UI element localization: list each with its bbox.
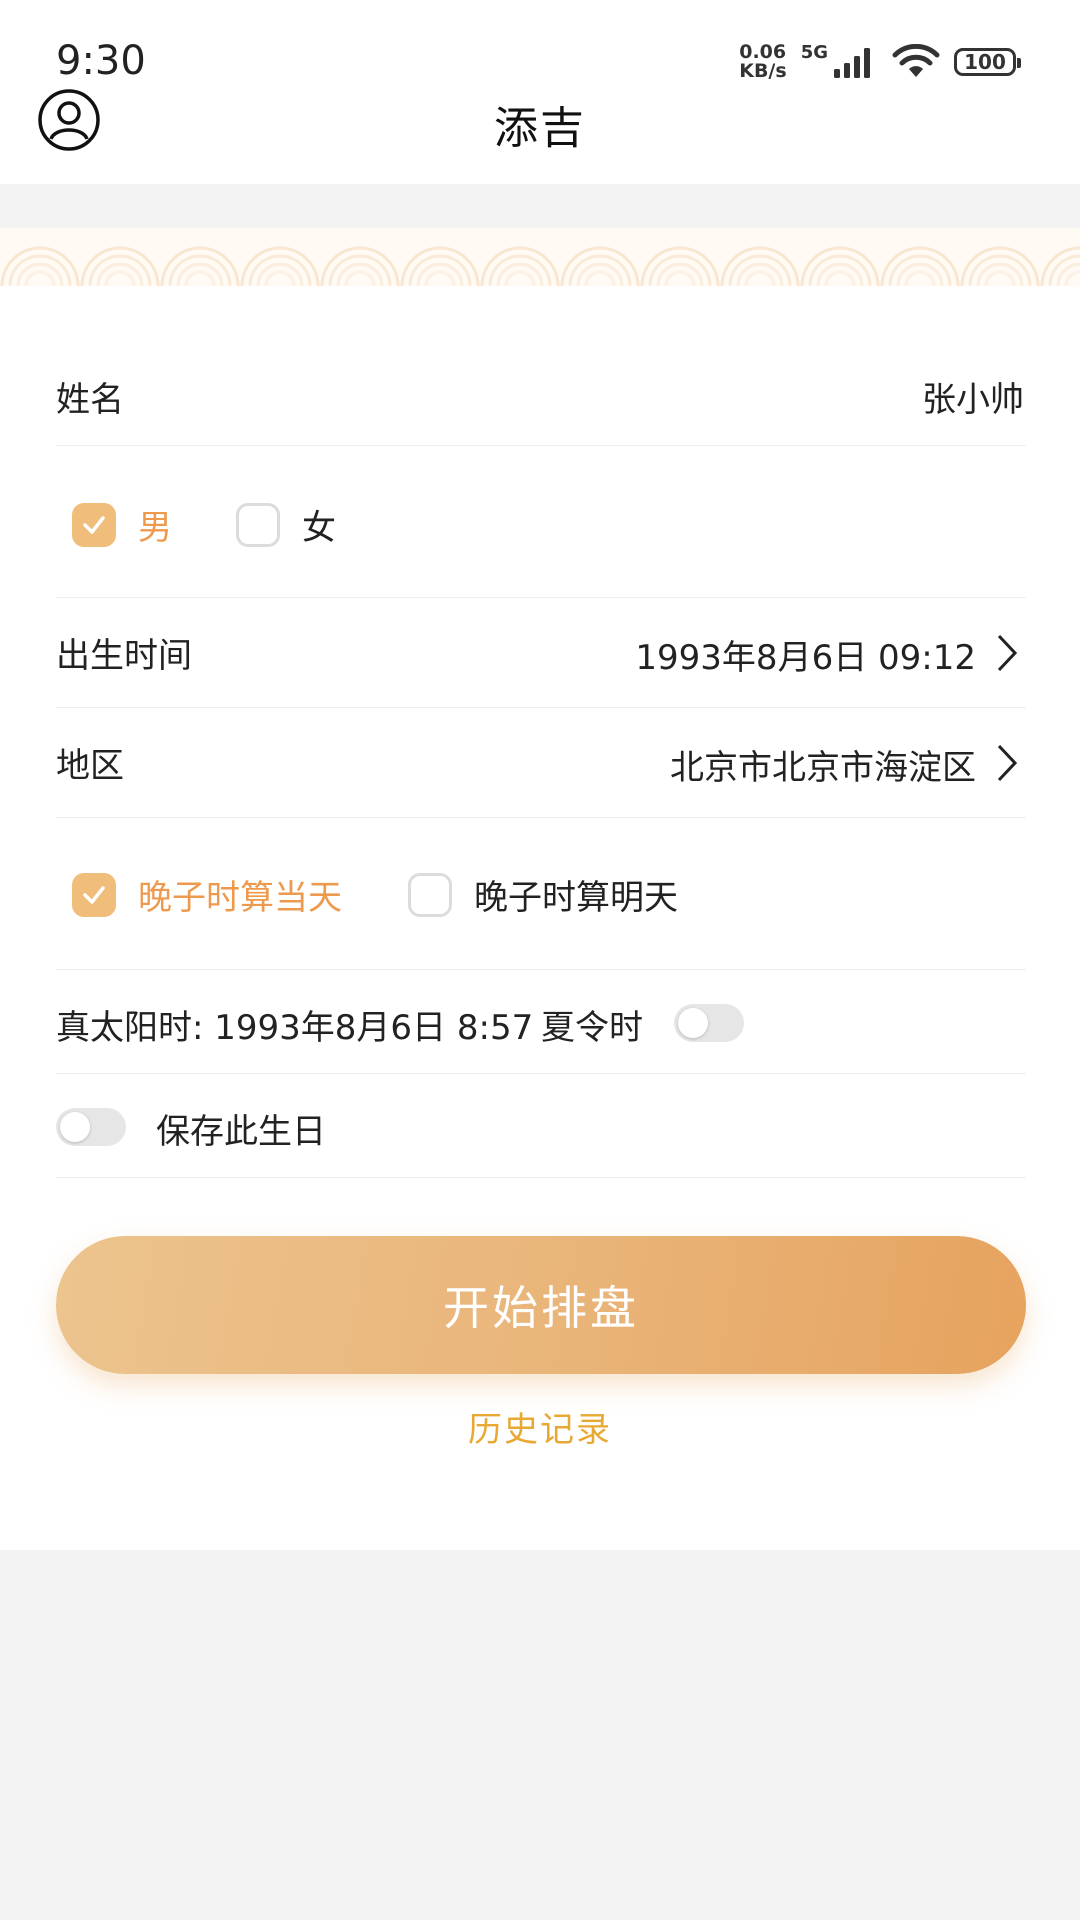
history-link[interactable]: 历史记录 — [0, 1402, 1080, 1451]
network-speed-unit: KB/s — [739, 60, 787, 82]
male-checkbox[interactable] — [72, 502, 116, 547]
start-chart-button[interactable]: 开始排盘 — [56, 1236, 1026, 1374]
region-row[interactable]: 地区 北京市北京市海淀区 — [56, 708, 1026, 818]
battery-icon: 100 — [954, 48, 1021, 76]
birth-time-row[interactable]: 出生时间 1993年8月6日 09:12 — [56, 598, 1026, 708]
gender-row: 男 女 — [56, 446, 1026, 598]
female-checkbox[interactable] — [236, 502, 280, 547]
network-type: 5G — [800, 42, 828, 63]
late-zi-tomorrow-option[interactable]: 晚子时算明天 — [408, 870, 678, 919]
signal-icon — [834, 48, 870, 78]
gender-male-option[interactable]: 男 — [72, 500, 172, 549]
dst-toggle[interactable] — [674, 1004, 744, 1042]
region-label: 地区 — [56, 746, 124, 786]
birth-time-label: 出生时间 — [56, 636, 192, 676]
female-label: 女 — [302, 508, 336, 548]
save-birthday-label: 保存此生日 — [156, 1112, 326, 1152]
region-value: 北京市北京市海淀区 — [670, 748, 976, 788]
top-bar: 9:30 0.06 KB/s 5G 100 添吉 — [0, 0, 1080, 184]
wifi-icon — [892, 44, 940, 77]
checkmark-icon — [83, 885, 105, 904]
male-label: 男 — [138, 508, 172, 548]
decorative-wave-pattern — [0, 228, 1080, 286]
checkmark-icon — [83, 515, 105, 534]
network-speed: 0.06 KB/s — [739, 43, 786, 81]
chevron-right-icon — [997, 634, 1018, 672]
true-solar-time: 真太阳时: 1993年8月6日 8:57 — [56, 1008, 534, 1048]
birth-time-value: 1993年8月6日 09:12 — [635, 638, 976, 678]
chevron-right-icon — [997, 744, 1018, 782]
true-solar-time-row: 真太阳时: 1993年8月6日 8:57 夏令时 — [56, 970, 1026, 1074]
toggle-knob — [60, 1112, 90, 1142]
late-zi-tomorrow-checkbox[interactable] — [408, 872, 452, 917]
birth-form-card: 姓名 张小帅 男 女 出生时间 1993年8月6日 09:12 地区 北京市北京… — [0, 286, 1080, 1550]
dst-label: 夏令时 — [541, 1008, 643, 1048]
late-zi-tomorrow-label: 晚子时算明天 — [474, 878, 678, 918]
late-zi-today-label: 晚子时算当天 — [138, 878, 342, 918]
save-birthday-row: 保存此生日 — [56, 1074, 1026, 1178]
gender-female-option[interactable]: 女 — [236, 500, 336, 549]
late-zi-row: 晚子时算当天 晚子时算明天 — [56, 818, 1026, 970]
name-row[interactable]: 姓名 张小帅 — [56, 286, 1026, 446]
late-zi-today-checkbox[interactable] — [72, 872, 116, 917]
status-time: 9:30 — [56, 38, 146, 84]
save-birthday-toggle[interactable] — [56, 1108, 126, 1146]
late-zi-today-option[interactable]: 晚子时算当天 — [72, 870, 342, 919]
toggle-knob — [678, 1008, 708, 1038]
page-title: 添吉 — [494, 103, 586, 154]
name-value[interactable]: 张小帅 — [922, 372, 1024, 421]
name-label: 姓名 — [56, 380, 124, 420]
status-icons: 0.06 KB/s 5G 100 — [739, 40, 1021, 84]
